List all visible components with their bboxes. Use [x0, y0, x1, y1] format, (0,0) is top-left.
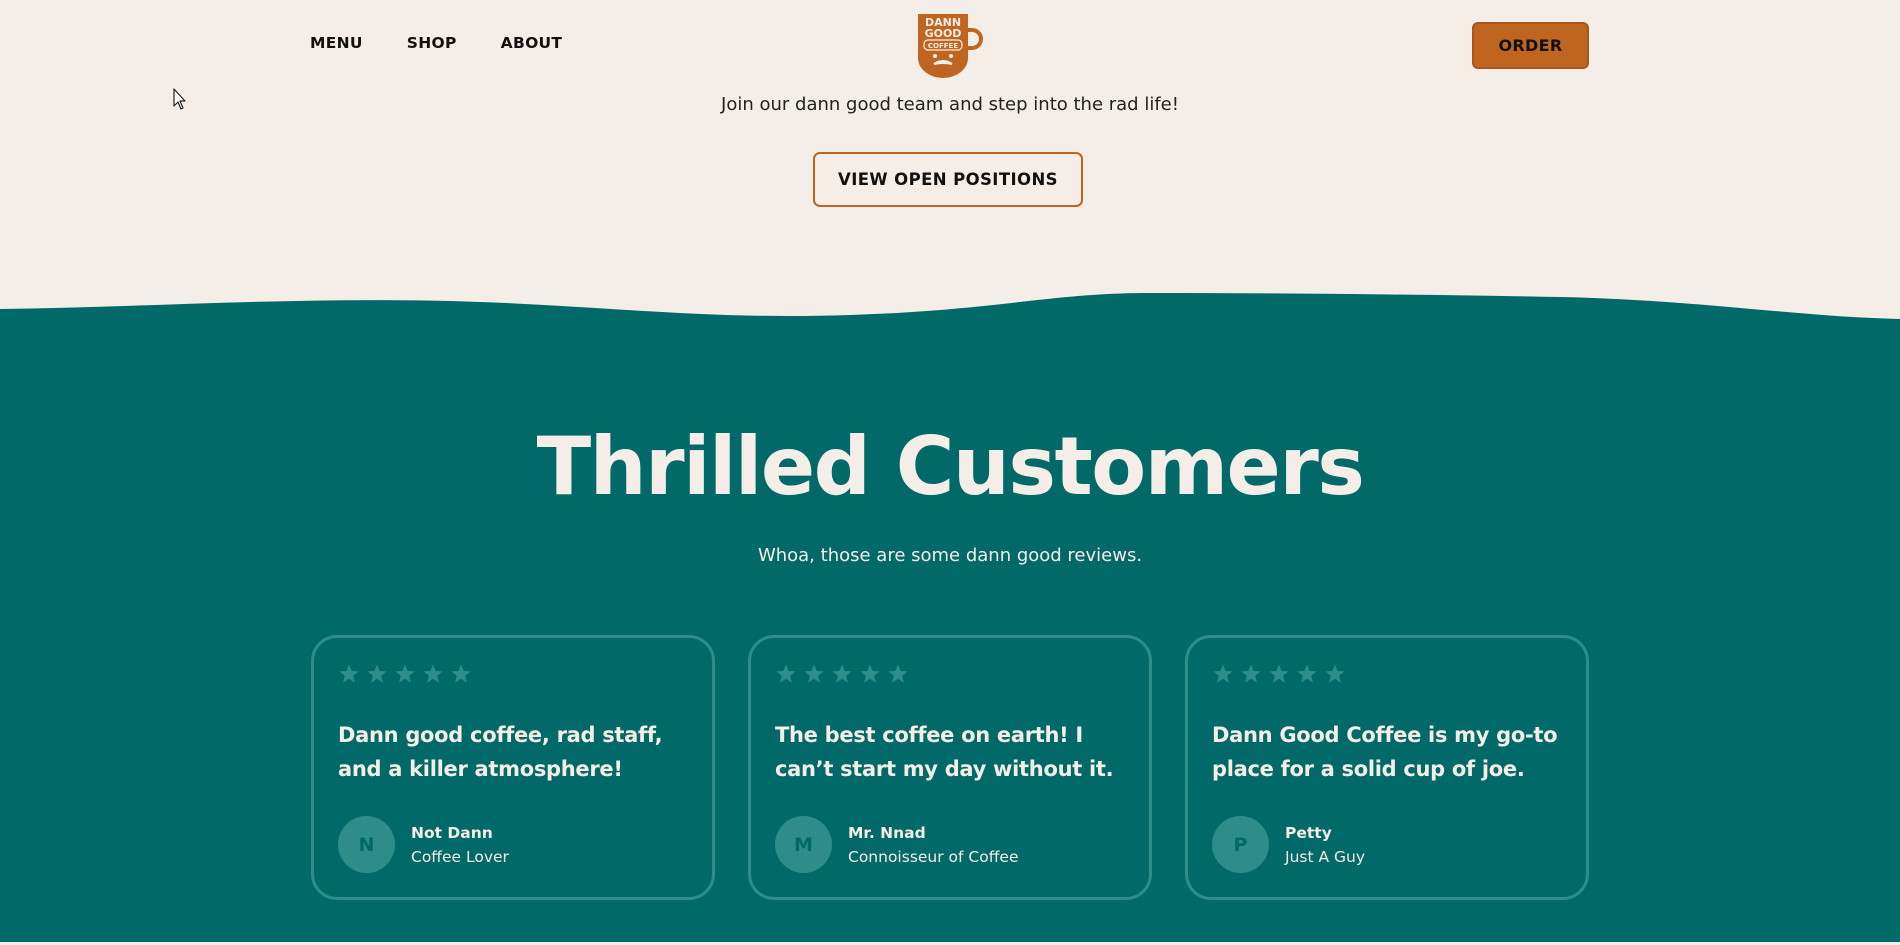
- reviewer-name: Mr. Nnad: [848, 824, 926, 842]
- logo-text-line2: GOOD: [925, 27, 962, 40]
- reviewer-role: Just A Guy: [1285, 848, 1366, 866]
- star-icon: [395, 664, 415, 683]
- review-quote: The best coffee on earth! I can’t start …: [775, 723, 1114, 781]
- review-card: Dann good coffee, rad staff, and a kille…: [311, 635, 715, 900]
- nav-item-about[interactable]: ABOUT: [501, 34, 563, 52]
- review-quote: Dann good coffee, rad staff, and a kille…: [338, 723, 663, 781]
- dann-good-coffee-logo[interactable]: DANN GOOD COFFEE: [914, 12, 984, 80]
- avatar: P: [1212, 816, 1269, 873]
- star-icon: [423, 664, 443, 683]
- star-icon: [1297, 664, 1317, 683]
- reviewer-name: Petty: [1285, 824, 1332, 842]
- star-icon: [888, 664, 908, 683]
- star-icon: [1213, 664, 1233, 683]
- star-icon: [1241, 664, 1261, 683]
- nav-item-menu[interactable]: MENU: [310, 34, 363, 52]
- order-button[interactable]: ORDER: [1472, 22, 1589, 69]
- nav-item-shop[interactable]: SHOP: [407, 34, 457, 52]
- star-icon: [860, 664, 880, 683]
- review-card: Dann Good Coffee is my go-to place for a…: [1185, 635, 1589, 900]
- star-icon: [339, 664, 359, 683]
- avatar: M: [775, 816, 832, 873]
- logo-text-line3: COFFEE: [928, 42, 958, 50]
- view-open-positions-button[interactable]: VIEW OPEN POSITIONS: [813, 152, 1083, 207]
- reviews-subtitle: Whoa, those are some dann good reviews.: [757, 545, 1143, 566]
- careers-tagline: Join our dann good team and step into th…: [721, 94, 1179, 115]
- avatar: N: [338, 816, 395, 873]
- main-nav: MENU SHOP ABOUT: [310, 34, 562, 52]
- review-card: The best coffee on earth! I can’t start …: [748, 635, 1152, 900]
- reviews-title: Thrilled Customers: [536, 420, 1365, 513]
- reviewer-role: Connoisseur of Coffee: [848, 848, 1019, 866]
- star-rating: [338, 663, 472, 685]
- star-rating: [775, 663, 909, 685]
- reviewer-name: Not Dann: [411, 824, 493, 842]
- star-icon: [776, 664, 796, 683]
- star-icon: [451, 664, 471, 683]
- star-icon: [804, 664, 824, 683]
- star-icon: [1325, 664, 1345, 683]
- reviewer-role: Coffee Lover: [411, 848, 509, 866]
- review-quote: Dann Good Coffee is my go-to place for a…: [1212, 723, 1558, 781]
- star-icon: [367, 664, 387, 683]
- star-icon: [1269, 664, 1289, 683]
- star-rating: [1212, 663, 1346, 685]
- star-icon: [832, 664, 852, 683]
- site-header: MENU SHOP ABOUT DANN GOOD COFFEE ORDER: [0, 0, 1900, 90]
